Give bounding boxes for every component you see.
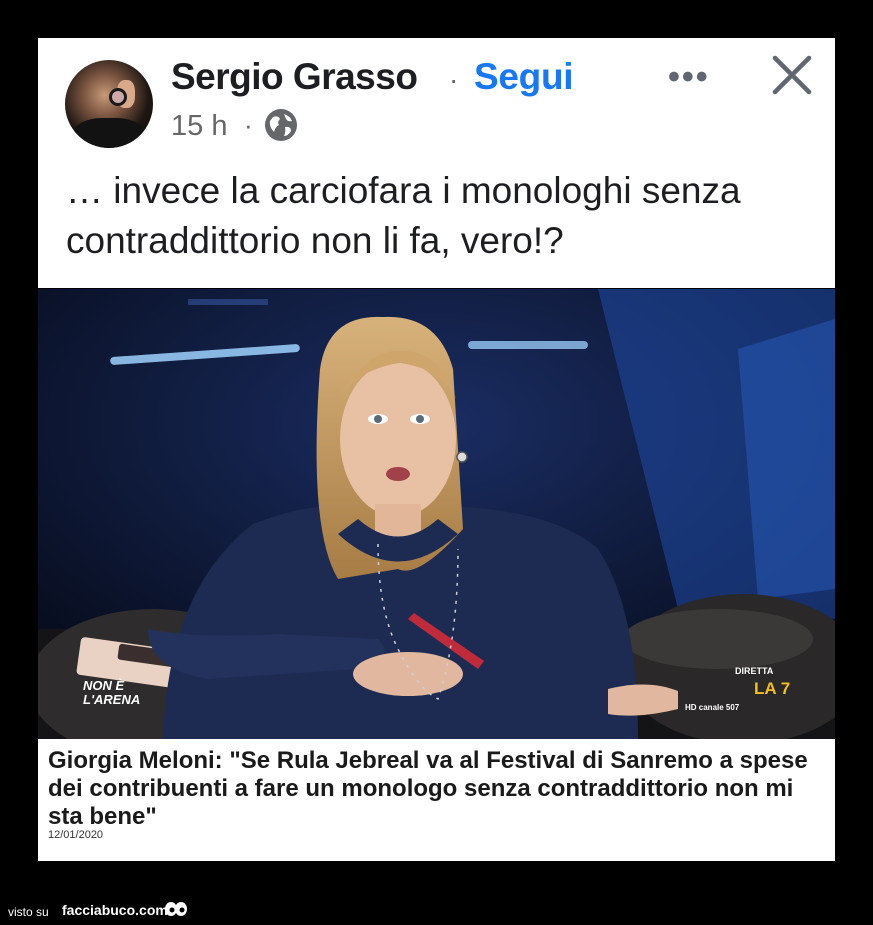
- caption-headline: Giorgia Meloni: "Se Rula Jebreal va al F…: [48, 747, 808, 830]
- image-caption: Giorgia Meloni: "Se Rula Jebreal va al F…: [38, 739, 835, 861]
- post-photo[interactable]: NON È L'ARENA DIRETTA LA 7 HD canale 507: [38, 289, 835, 739]
- footer-site-link[interactable]: facciabuco.com: [62, 902, 168, 918]
- time-separator: ·: [244, 110, 253, 140]
- eyes-logo-icon: [165, 902, 187, 916]
- follow-button[interactable]: Segui: [474, 56, 574, 98]
- post-text: … invece la carciofara i monologhi senza…: [66, 170, 741, 261]
- footer-label: visto su: [8, 905, 49, 919]
- channel-live-label: DIRETTA: [735, 666, 774, 676]
- channel-number: HD canale 507: [685, 703, 740, 712]
- channel-logo: LA 7: [754, 679, 791, 698]
- post-time[interactable]: 15 h: [171, 110, 227, 143]
- avatar-ring: [109, 88, 127, 106]
- author-name[interactable]: Sergio Grasso: [171, 56, 418, 98]
- post-card: Sergio Grasso · Segui ••• 15 h · … invec…: [38, 38, 835, 288]
- globe-icon: [265, 109, 297, 141]
- caption-date: 12/01/2020: [48, 829, 104, 841]
- name-separator: ·: [449, 64, 459, 95]
- author-avatar[interactable]: [65, 60, 153, 148]
- close-icon[interactable]: [767, 50, 817, 100]
- more-options-icon[interactable]: •••: [668, 58, 710, 97]
- show-logo: NON È L'ARENA: [83, 678, 141, 707]
- avatar-shirt: [73, 118, 145, 148]
- studio-scene: [38, 289, 835, 739]
